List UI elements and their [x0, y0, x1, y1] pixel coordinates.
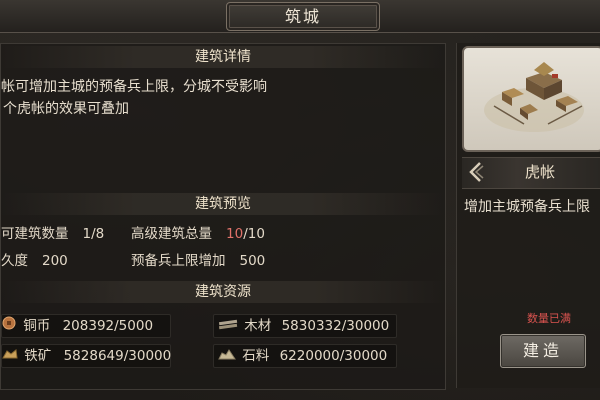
resource-copper: 铜币 208392/5000 — [1, 314, 171, 338]
build-count-stat: 可建筑数量 1/8 — [1, 222, 104, 242]
reserve-troops-stat: 预备兵上限增加 500 — [131, 249, 265, 269]
resource-wood-label: 木材 — [244, 318, 272, 334]
advanced-building-stat: 高级建筑总量 10/10 — [131, 222, 265, 242]
durability-stat: 久度 200 — [1, 249, 68, 269]
advanced-building-used: 10 — [226, 226, 244, 242]
wood-icon — [218, 315, 238, 337]
copper-coin-icon — [2, 315, 16, 337]
resource-iron: 铁矿 5828649/30000 — [1, 344, 171, 368]
details-line-2: 个虎帐的效果可叠加 — [3, 101, 129, 117]
resource-wood-value: 5830332/30000 — [281, 318, 390, 334]
tiger-camp-illustration — [484, 62, 584, 132]
preview-header: 建筑预览 — [1, 193, 445, 215]
build-button[interactable]: 建造 — [500, 334, 586, 368]
resources-header: 建筑资源 — [1, 281, 445, 303]
reserve-troops-label: 预备兵上限增加 — [131, 253, 226, 269]
back-arrow-icon[interactable] — [466, 160, 486, 184]
resource-stone: 石料 6220000/30000 — [213, 344, 397, 368]
advanced-building-total: /10 — [243, 226, 265, 242]
details-line-1: 帐可增加主城的预备兵上限，分城不受影响 — [1, 79, 267, 95]
resource-iron-label: 铁矿 — [24, 348, 52, 364]
resource-iron-value: 5828649/30000 — [63, 348, 172, 364]
building-info-panel: 建筑详情 帐可增加主城的预备兵上限，分城不受影响 个虎帐的效果可叠加 建筑预览 … — [0, 43, 446, 390]
durability-label: 久度 — [1, 253, 28, 269]
resource-copper-label: 铜币 — [23, 318, 51, 334]
building-preview-image — [462, 46, 600, 152]
reserve-troops-value: 500 — [239, 253, 266, 269]
build-count-value: 1/8 — [82, 226, 105, 242]
resource-stone-value: 6220000/30000 — [279, 348, 388, 364]
advanced-building-label: 高级建筑总量 — [131, 226, 212, 242]
durability-value: 200 — [42, 253, 68, 269]
window-title: 筑城 — [226, 2, 380, 31]
resource-stone-label: 石料 — [242, 348, 270, 364]
stone-icon — [218, 345, 236, 367]
resource-wood: 木材 5830332/30000 — [213, 314, 397, 338]
iron-ore-icon — [2, 345, 18, 367]
details-header: 建筑详情 — [1, 46, 445, 68]
resource-copper-value: 208392/5000 — [62, 318, 154, 334]
building-name: 虎帐 — [524, 163, 555, 181]
building-description: 增加主城预备兵上限 — [464, 199, 590, 215]
build-count-label: 可建筑数量 — [1, 226, 69, 242]
quantity-full-status: 数量已满 — [527, 312, 571, 325]
